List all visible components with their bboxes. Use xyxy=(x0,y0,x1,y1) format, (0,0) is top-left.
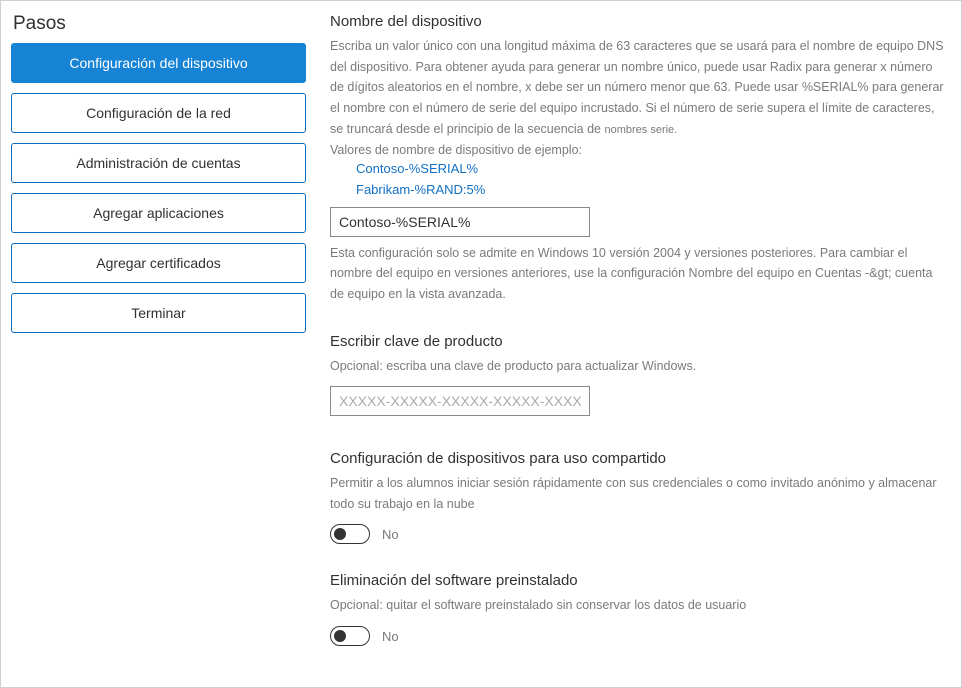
steps-sidebar: Pasos Configuración del dispositivo Conf… xyxy=(1,1,316,687)
step-add-apps[interactable]: Agregar aplicaciones xyxy=(11,193,306,233)
device-name-example-label: Valores de nombre de dispositivo de ejem… xyxy=(330,143,947,157)
device-name-desc: Escriba un valor único con una longitud … xyxy=(330,36,947,139)
shared-use-desc: Permitir a los alumnos iniciar sesión rá… xyxy=(330,473,947,514)
device-name-desc-b: nombres serie. xyxy=(604,124,677,136)
shared-use-toggle-row: No xyxy=(330,524,947,544)
section-shared-use: Configuración de dispositivos para uso c… xyxy=(330,450,947,544)
device-name-example-1: Contoso-%SERIAL% xyxy=(356,159,947,180)
remove-preinstalled-desc: Opcional: quitar el software preinstalad… xyxy=(330,595,947,616)
shared-use-toggle-label: No xyxy=(382,527,399,542)
toggle-knob-icon xyxy=(334,630,346,642)
remove-preinstalled-title: Eliminación del software preinstalado xyxy=(330,572,947,589)
remove-preinstalled-toggle[interactable] xyxy=(330,626,370,646)
shared-use-title: Configuración de dispositivos para uso c… xyxy=(330,450,947,467)
product-key-title: Escribir clave de producto xyxy=(330,333,947,350)
device-name-title: Nombre del dispositivo xyxy=(330,13,947,30)
step-account-admin[interactable]: Administración de cuentas xyxy=(11,143,306,183)
step-device-config[interactable]: Configuración del dispositivo xyxy=(11,43,306,83)
shared-use-toggle[interactable] xyxy=(330,524,370,544)
device-name-example-2: Fabrikam-%RAND:5% xyxy=(356,180,947,201)
step-add-certs[interactable]: Agregar certificados xyxy=(11,243,306,283)
device-name-desc-a: Escriba un valor único con una longitud … xyxy=(330,39,944,136)
device-name-input[interactable] xyxy=(330,207,590,237)
toggle-knob-icon xyxy=(334,528,346,540)
product-key-desc: Opcional: escriba una clave de producto … xyxy=(330,356,947,377)
remove-preinstalled-toggle-label: No xyxy=(382,629,399,644)
section-device-name: Nombre del dispositivo Escriba un valor … xyxy=(330,13,947,305)
remove-preinstalled-toggle-row: No xyxy=(330,626,947,646)
step-finish[interactable]: Terminar xyxy=(11,293,306,333)
section-product-key: Escribir clave de producto Opcional: esc… xyxy=(330,333,947,423)
device-name-footnote: Esta configuración solo se admite en Win… xyxy=(330,243,947,305)
main-content: Nombre del dispositivo Escriba un valor … xyxy=(316,1,961,687)
product-key-input[interactable] xyxy=(330,386,590,416)
step-network-config[interactable]: Configuración de la red xyxy=(11,93,306,133)
sidebar-title: Pasos xyxy=(13,13,308,35)
section-remove-preinstalled: Eliminación del software preinstalado Op… xyxy=(330,572,947,646)
